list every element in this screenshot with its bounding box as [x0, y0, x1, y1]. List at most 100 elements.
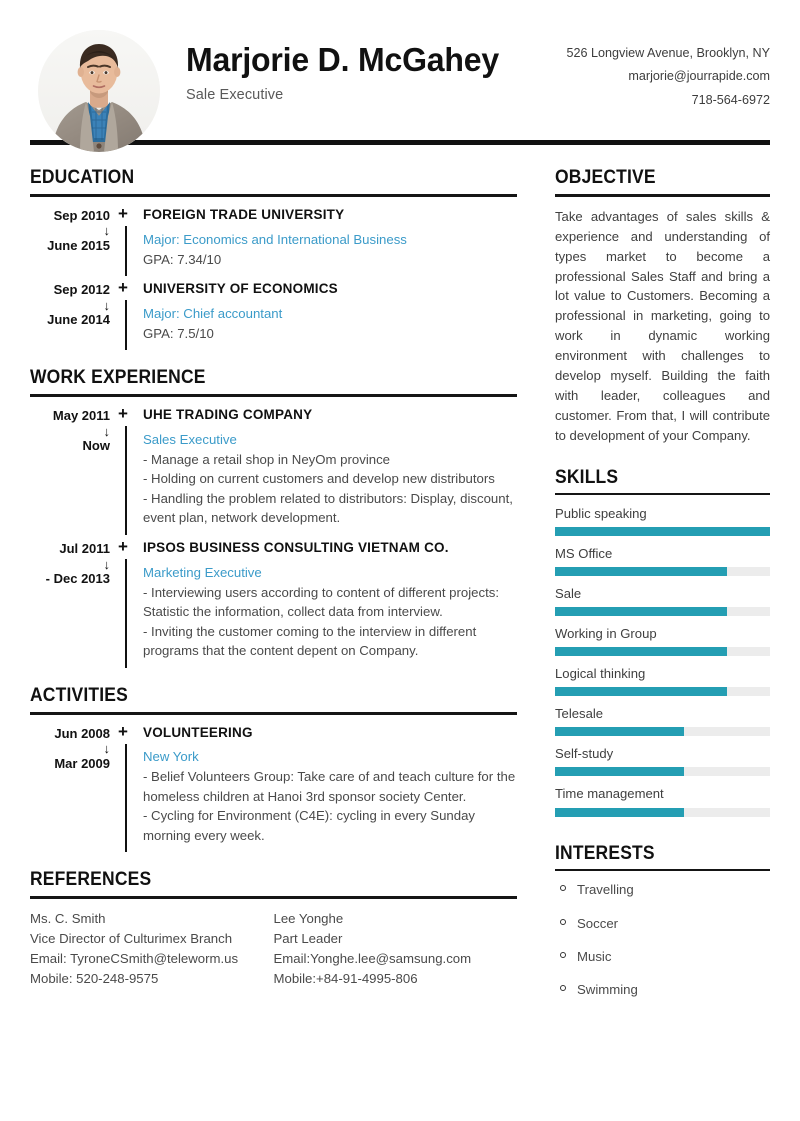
resume-body: EDUCATION Sep 2010 ↓ June 2015 + FOREIGN…	[0, 167, 800, 1014]
objective-text: Take advantages of sales skills & experi…	[555, 208, 770, 443]
reference-role: Vice Director of Culturimex Branch	[30, 931, 233, 947]
skill-item: Telesale	[555, 705, 770, 737]
section-title-activities: ACTIVITIES	[30, 684, 128, 706]
profile-photo-icon	[38, 30, 160, 152]
entry-dates: Sep 2010 ↓ June 2015	[30, 207, 116, 279]
timeline-line	[125, 743, 127, 853]
down-arrow-icon: ↓	[103, 223, 111, 239]
skill-bar-fill	[555, 767, 684, 777]
skill-bar-fill	[555, 647, 727, 657]
reference-name: Ms. C. Smith	[30, 911, 106, 927]
entry-dates: Jun 2008 ↓ Mar 2009	[30, 725, 116, 856]
section-rule	[30, 896, 517, 900]
header-divider	[30, 140, 770, 145]
skill-bar-track	[555, 727, 770, 737]
section-title-interests: INTERESTS	[555, 842, 655, 864]
entry-body: IPSOS BUSINESS CONSULTING VIETNAM CO. Ma…	[136, 540, 517, 671]
entry-organization: FOREIGN TRADE UNIVERSITY	[143, 206, 345, 222]
contact-phone[interactable]: 718-564-6972	[555, 89, 770, 112]
list-item: Swimming	[555, 981, 770, 998]
skill-bar-fill	[555, 687, 727, 697]
plus-icon: +	[118, 278, 128, 298]
entry-dates: Sep 2012 ↓ June 2014	[30, 281, 116, 353]
skill-item: Sale	[555, 585, 770, 617]
reference-email[interactable]: Email: TyroneCSmith@teleworm.us	[30, 949, 274, 969]
section-rule	[30, 193, 517, 197]
skill-label: Telesale	[555, 706, 604, 722]
skill-label: Working in Group	[555, 626, 657, 642]
entry-start-date: Jun 2008	[54, 725, 110, 741]
entry-detail: - Cycling for Environment (C4E): cycling…	[143, 808, 476, 843]
skill-label: Sale	[555, 586, 582, 602]
skill-label: MS Office	[555, 546, 613, 562]
skill-bar-track	[555, 767, 770, 777]
section-objective: OBJECTIVE Take advantages of sales skill…	[555, 167, 770, 446]
skill-bar-fill	[555, 807, 684, 817]
list-item: Travelling	[555, 881, 770, 898]
entry-end-date: Mar 2009	[54, 755, 110, 771]
skill-label: Self-study	[555, 746, 614, 762]
skill-bar-track	[555, 647, 770, 657]
skill-item: Time management	[555, 785, 770, 817]
timeline-line	[125, 426, 127, 535]
entry-organization: UHE TRADING COMPANY	[143, 407, 313, 423]
entry-role: Sales Executive	[143, 431, 237, 447]
avatar	[38, 30, 160, 152]
contact-info: 526 Longview Avenue, Brooklyn, NY marjor…	[555, 30, 771, 112]
reference-mobile[interactable]: Mobile:+84-91-4995-806	[274, 969, 518, 989]
plus-icon: +	[118, 203, 128, 223]
reference-item: Lee Yonghe Part Leader Email:Yonghe.lee@…	[274, 909, 518, 989]
reference-role: Part Leader	[273, 931, 343, 947]
skill-item: Self-study	[555, 745, 770, 777]
resume-page: Marjorie D. McGahey Sale Executive 526 L…	[0, 0, 800, 1121]
entry-organization: VOLUNTEERING	[143, 724, 253, 740]
down-arrow-icon: ↓	[103, 741, 111, 757]
skill-item: Logical thinking	[555, 665, 770, 697]
section-education: EDUCATION Sep 2010 ↓ June 2015 + FOREIGN…	[30, 167, 517, 353]
section-references: REFERENCES Ms. C. Smith Vice Director of…	[30, 869, 517, 989]
entry-detail: - Interviewing users according to conten…	[143, 584, 500, 620]
entry-detail: - Holding on current customers and devel…	[143, 471, 495, 487]
skill-bar-fill	[555, 567, 727, 577]
section-rule	[30, 394, 517, 398]
down-arrow-icon: ↓	[103, 297, 111, 313]
list-item: Music	[555, 948, 770, 965]
entry-marker: +	[116, 405, 136, 538]
entry-detail: - Belief Volunteers Group: Take care of …	[143, 769, 516, 804]
entry-marker: +	[116, 278, 136, 353]
reference-email[interactable]: Email:Yonghe.lee@samsung.com	[274, 949, 518, 969]
reference-mobile[interactable]: Mobile: 520-248-9575	[30, 969, 274, 989]
interest-label: Music	[577, 948, 612, 964]
references-grid: Ms. C. Smith Vice Director of Culturimex…	[30, 909, 517, 989]
section-rule	[30, 711, 517, 715]
section-rule	[555, 869, 770, 872]
work-entry: May 2011 ↓ Now + UHE TRADING COMPANY Sal…	[30, 405, 517, 538]
circle-bullet-icon	[560, 951, 566, 958]
entry-end-date: - Dec 2013	[45, 571, 110, 587]
reference-item: Ms. C. Smith Vice Director of Culturimex…	[30, 909, 274, 989]
entry-body: UNIVERSITY OF ECONOMICS Major: Chief acc…	[136, 281, 517, 353]
entry-end-date: Now	[82, 438, 110, 454]
interests-list: Travelling Soccer Music Swimming	[555, 881, 770, 998]
skill-item: Working in Group	[555, 625, 770, 657]
interest-label: Soccer	[577, 915, 619, 931]
skill-bar-fill	[555, 727, 684, 737]
entry-organization: IPSOS BUSINESS CONSULTING VIETNAM CO.	[143, 539, 449, 555]
entry-role: Major: Economics and International Busin…	[143, 231, 407, 247]
section-activities: ACTIVITIES Jun 2008 ↓ Mar 2009 + VOLUNTE…	[30, 685, 517, 856]
entry-detail: - Inviting the customer coming to the in…	[143, 623, 477, 659]
section-title-work-experience: WORK EXPERIENCE	[30, 367, 206, 389]
interest-label: Travelling	[577, 882, 634, 898]
contact-email[interactable]: marjorie@jourrapide.com	[555, 65, 770, 88]
entry-detail: - Manage a retail shop in NeyOm province	[143, 451, 391, 467]
entry-end-date: June 2015	[47, 238, 110, 254]
entry-detail: GPA: 7.34/10	[143, 251, 222, 267]
entry-marker: +	[116, 721, 136, 856]
skill-bar-fill	[555, 527, 770, 537]
plus-icon: +	[118, 721, 128, 741]
section-rule	[555, 193, 770, 197]
contact-address: 526 Longview Avenue, Brooklyn, NY	[566, 46, 771, 60]
entry-marker: +	[116, 538, 136, 671]
skills-list: Public speaking MS Office Sale Working i…	[555, 505, 770, 817]
resume-header: Marjorie D. McGahey Sale Executive 526 L…	[0, 0, 800, 152]
